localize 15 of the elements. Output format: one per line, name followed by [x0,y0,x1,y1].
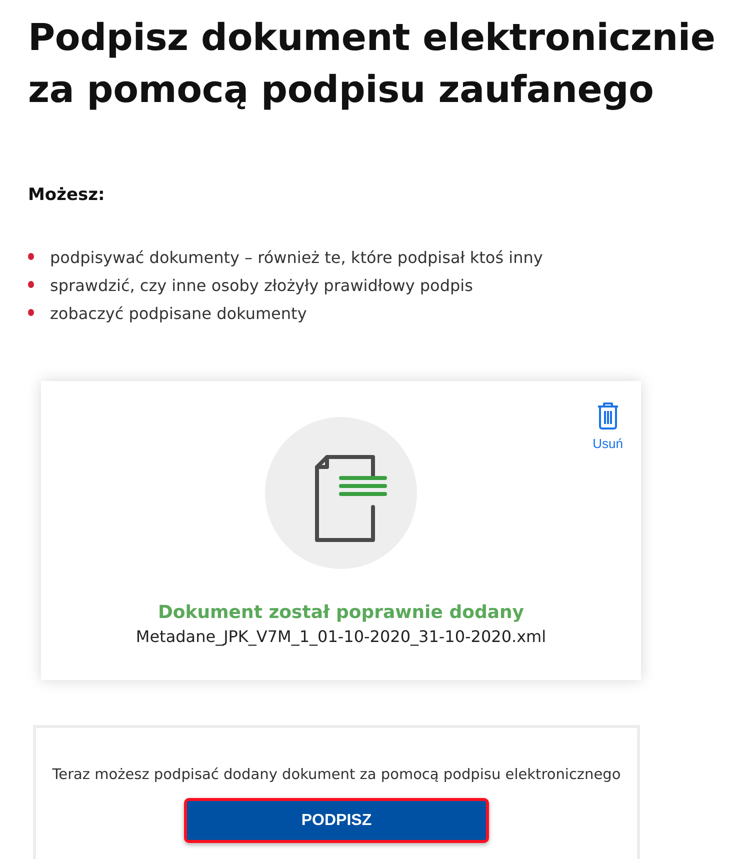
sign-button[interactable]: PODPISZ [184,798,489,843]
upload-status: Dokument został poprawnie dodany [158,601,524,625]
bullet-icon [28,280,34,288]
trash-icon [596,401,619,430]
delete-button[interactable]: Usuń [592,401,623,451]
sign-prompt: Teraz możesz podpisać dodany dokument za pomocą podpisu elektronicznego [52,766,621,785]
document-icon [265,417,417,569]
bullet-icon [28,252,34,260]
intro-label: Możesz: [28,184,106,207]
list-item-text: sprawdzić, czy inne osoby złożyły prawidłowy podpis [50,275,473,297]
page-title: Podpisz dokument elektronicznie za pomocą podpisu zaufanego [28,15,716,113]
file-name: Metadane_JPK_V7M_1_01-10-2020_31-10-2020.xml [136,626,546,648]
bullet-icon [28,308,34,316]
list-item-text: zobaczyć podpisane dokumenty [50,303,307,325]
list-item-text: podpisywać dokumenty – również te, które podpisał ktoś inny [50,247,543,269]
